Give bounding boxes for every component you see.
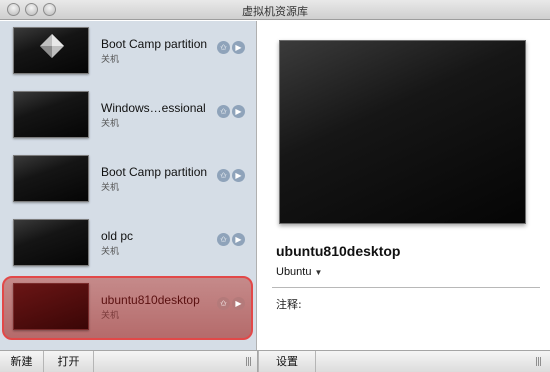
vm-title: ubuntu810desktop [276,243,401,259]
chevron-down-icon: ▼ [314,268,323,277]
vm-list-item[interactable]: Boot Camp partition 关机 ✩ ▶ [0,149,256,213]
vm-thumbnail [13,91,89,138]
vm-name: Boot Camp partition [101,37,208,51]
vm-name: old pc [101,229,134,243]
vm-detail-pane: ubuntu810desktop Ubuntu ▼ 注释: [258,21,550,350]
os-value: Ubuntu [276,266,312,278]
resize-grip-icon[interactable] [536,357,542,366]
vm-status: 关机 [101,311,120,321]
vm-name: Boot Camp partition [101,165,208,179]
play-icon[interactable]: ▶ [232,169,245,182]
play-icon[interactable]: ▶ [232,297,245,310]
play-icon[interactable]: ▶ [232,233,245,246]
star-icon[interactable]: ✩ [217,233,230,246]
title-bar[interactable]: 虚拟机资源库 [0,0,550,20]
vm-status: 关机 [101,247,120,257]
vm-thumbnail [13,283,89,330]
star-icon[interactable]: ✩ [217,169,230,182]
vm-list-item-selected[interactable]: ubuntu810desktop 关机 ✩ ▶ [0,276,256,341]
divider [272,287,540,288]
bottom-toolbar: 新建 打开 设置 [0,350,550,372]
new-button[interactable]: 新建 [0,351,44,372]
vm-status: 关机 [101,119,120,129]
play-icon[interactable]: ▶ [232,41,245,54]
vm-thumbnail [13,27,89,74]
notes-label: 注释: [276,298,302,311]
vm-name: Windows…essional [101,101,206,115]
bootcamp-logo-icon [40,34,64,58]
open-button[interactable]: 打开 [44,351,94,372]
vm-library-window: 虚拟机资源库 Boot Camp partition 关机 ✩ ▶ Window… [0,0,550,372]
star-icon[interactable]: ✩ [217,297,230,310]
vm-list-item[interactable]: old pc 关机 ✩ ▶ [0,213,256,277]
play-icon[interactable]: ▶ [232,105,245,118]
vm-preview-screen[interactable] [279,40,526,224]
os-dropdown[interactable]: Ubuntu ▼ [276,266,322,278]
vm-list-item[interactable]: Windows…essional 关机 ✩ ▶ [0,85,256,149]
settings-button[interactable]: 设置 [258,351,316,372]
window-title: 虚拟机资源库 [242,5,308,18]
star-icon[interactable]: ✩ [217,105,230,118]
resize-grip-icon[interactable] [246,357,252,366]
vm-status: 关机 [101,55,120,65]
vm-list: Boot Camp partition 关机 ✩ ▶ Windows…essio… [0,21,257,350]
vm-thumbnail [13,219,89,266]
star-icon[interactable]: ✩ [217,41,230,54]
vm-status: 关机 [101,183,120,193]
vm-name: ubuntu810desktop [101,293,200,307]
vm-list-item[interactable]: Boot Camp partition 关机 ✩ ▶ [0,21,256,85]
vm-thumbnail [13,155,89,202]
